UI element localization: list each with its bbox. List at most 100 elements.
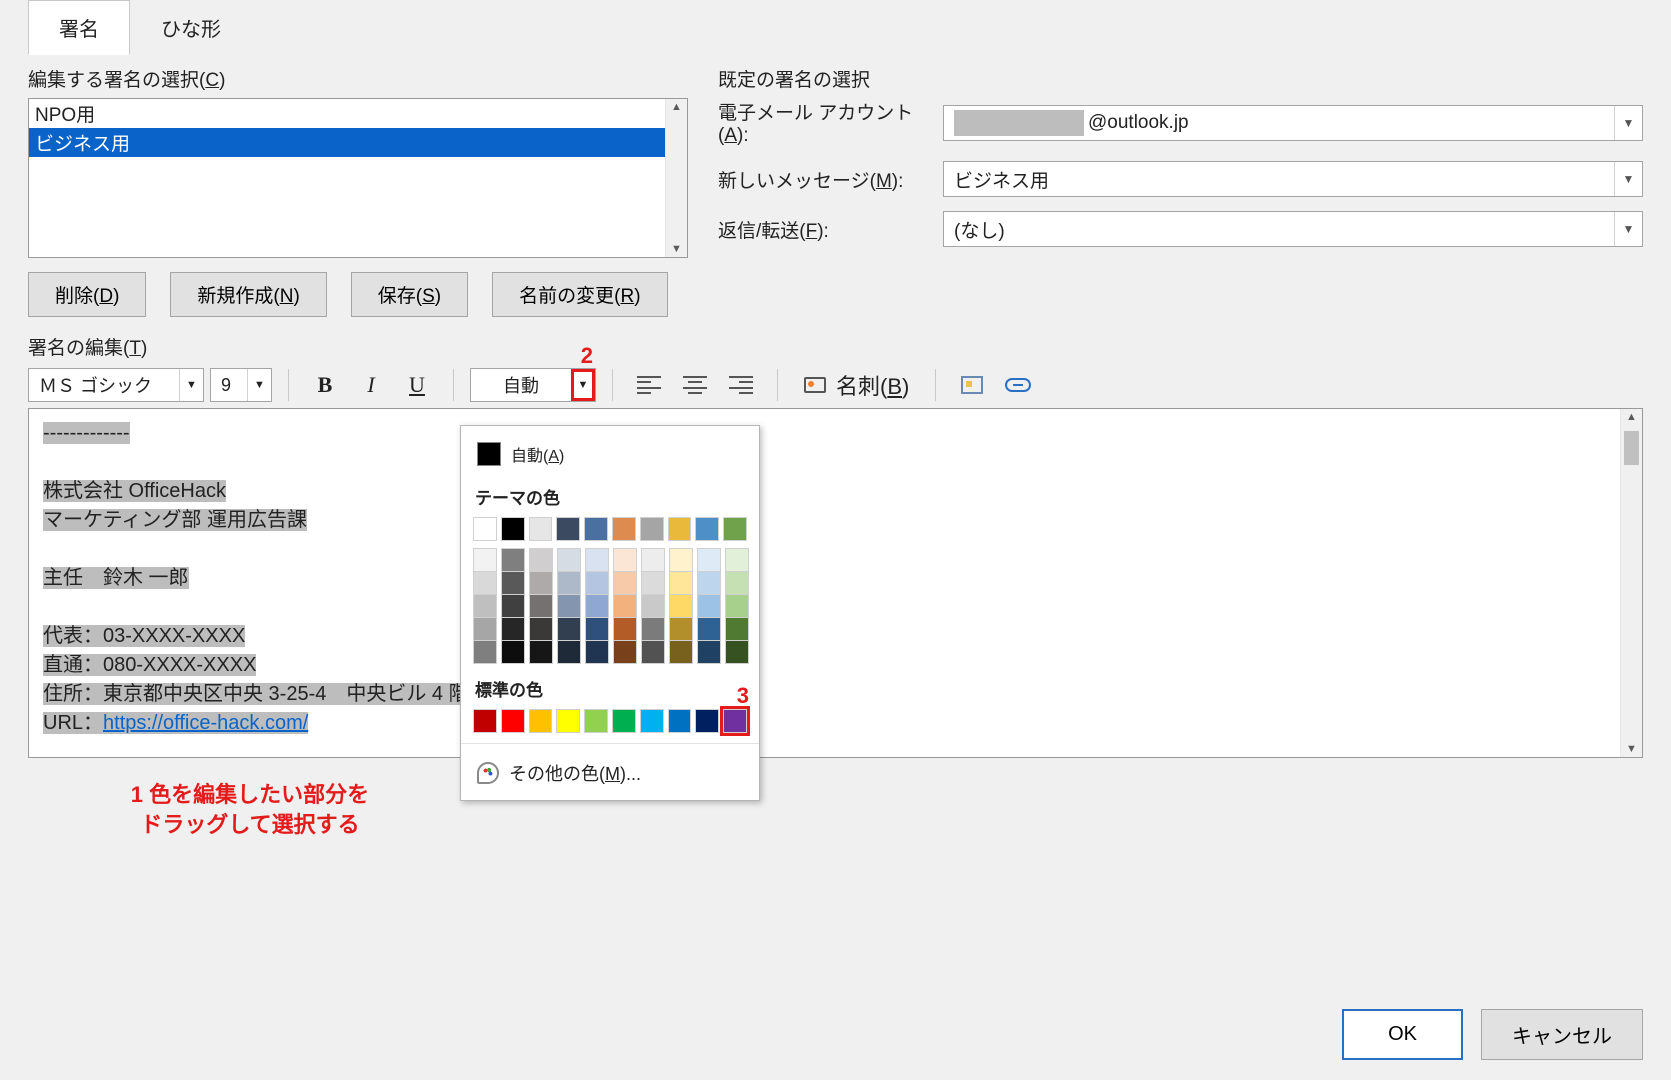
color-swatch[interactable] <box>723 709 747 733</box>
listbox-scrollbar[interactable]: ▲ ▼ <box>665 99 687 257</box>
insert-image-button[interactable] <box>952 368 992 402</box>
color-swatch[interactable] <box>725 571 749 595</box>
color-swatch[interactable] <box>557 594 581 618</box>
color-swatch[interactable] <box>556 517 580 541</box>
reply-forward-combo[interactable]: (なし) ▼ <box>943 211 1643 247</box>
color-swatch[interactable] <box>529 594 553 618</box>
save-button[interactable]: 保存(S) <box>351 272 468 317</box>
scrollbar-thumb[interactable] <box>1624 431 1639 465</box>
color-swatch[interactable] <box>529 709 553 733</box>
business-card-button[interactable]: 名刺(B) <box>794 368 919 402</box>
color-swatch[interactable] <box>612 517 636 541</box>
bold-button[interactable]: B <box>305 368 345 402</box>
rename-button[interactable]: 名前の変更(R) <box>492 272 667 317</box>
color-swatch[interactable] <box>473 594 497 618</box>
color-swatch[interactable] <box>556 709 580 733</box>
color-swatch[interactable] <box>697 571 721 595</box>
tab-template[interactable]: ひな形 <box>130 0 252 55</box>
color-auto-option[interactable]: 自動(A) <box>473 436 747 472</box>
color-swatch[interactable] <box>695 517 719 541</box>
color-swatch[interactable] <box>640 517 664 541</box>
insert-link-button[interactable] <box>998 368 1038 402</box>
color-swatch[interactable] <box>641 617 665 641</box>
chevron-down-icon[interactable]: ▼ <box>1614 212 1642 246</box>
color-swatch[interactable] <box>641 571 665 595</box>
chevron-down-icon[interactable]: ▼ <box>1614 106 1642 140</box>
color-swatch[interactable] <box>697 594 721 618</box>
chevron-up-icon[interactable]: ▲ <box>1621 411 1642 423</box>
new-button[interactable]: 新規作成(N) <box>170 272 326 317</box>
color-swatch[interactable] <box>501 548 525 572</box>
color-swatch[interactable] <box>725 594 749 618</box>
chevron-down-icon[interactable]: ▼ <box>179 369 203 401</box>
color-swatch[interactable] <box>473 517 497 541</box>
color-swatch[interactable] <box>613 571 637 595</box>
color-swatch[interactable] <box>695 709 719 733</box>
color-swatch[interactable] <box>473 571 497 595</box>
color-swatch[interactable] <box>501 617 525 641</box>
color-swatch[interactable] <box>473 709 497 733</box>
color-swatch[interactable] <box>501 517 525 541</box>
color-swatch[interactable] <box>557 548 581 572</box>
color-swatch[interactable] <box>725 640 749 664</box>
color-swatch[interactable] <box>557 571 581 595</box>
color-swatch[interactable] <box>612 709 636 733</box>
color-swatch[interactable] <box>613 640 637 664</box>
color-swatch[interactable] <box>640 709 664 733</box>
list-item[interactable]: ビジネス用 <box>29 128 665 157</box>
color-swatch[interactable] <box>557 640 581 664</box>
color-swatch[interactable] <box>584 517 608 541</box>
color-swatch[interactable] <box>613 548 637 572</box>
font-name-combo[interactable]: ＭＳ ゴシック ▼ <box>28 368 204 402</box>
color-swatch[interactable] <box>669 548 693 572</box>
color-swatch[interactable] <box>669 571 693 595</box>
color-swatch[interactable] <box>725 548 749 572</box>
signature-url-link[interactable]: https://office-hack.com/ <box>103 712 308 734</box>
color-swatch[interactable] <box>697 548 721 572</box>
email-account-combo[interactable]: @outlook.jp ▼ <box>943 105 1643 141</box>
color-swatch[interactable] <box>669 617 693 641</box>
new-message-combo[interactable]: ビジネス用 ▼ <box>943 161 1643 197</box>
color-swatch[interactable] <box>584 709 608 733</box>
delete-button[interactable]: 削除(D) <box>28 272 146 317</box>
color-swatch[interactable] <box>641 548 665 572</box>
list-item[interactable]: NPO用 <box>29 99 665 128</box>
color-swatch[interactable] <box>501 640 525 664</box>
tab-signature[interactable]: 署名 <box>28 0 130 55</box>
more-colors-option[interactable]: その他の色(M)... <box>473 754 747 792</box>
signature-editor[interactable]: ------------- 株式会社 OfficeHack マーケティング部 運… <box>29 409 1620 757</box>
color-swatch[interactable] <box>585 594 609 618</box>
signature-listbox[interactable]: NPO用 ビジネス用 ▲ ▼ <box>28 98 688 258</box>
color-swatch[interactable] <box>501 709 525 733</box>
color-swatch[interactable] <box>723 517 747 541</box>
color-swatch[interactable] <box>669 594 693 618</box>
color-swatch[interactable] <box>613 594 637 618</box>
color-swatch[interactable] <box>473 548 497 572</box>
color-swatch[interactable] <box>697 617 721 641</box>
color-swatch[interactable] <box>641 594 665 618</box>
color-swatch[interactable] <box>697 640 721 664</box>
color-swatch[interactable] <box>668 709 692 733</box>
chevron-down-icon[interactable]: ▼ <box>666 243 687 255</box>
color-swatch[interactable] <box>501 594 525 618</box>
color-swatch[interactable] <box>529 640 553 664</box>
color-swatch[interactable] <box>613 617 637 641</box>
color-swatch[interactable] <box>585 548 609 572</box>
chevron-up-icon[interactable]: ▲ <box>666 101 687 113</box>
chevron-down-icon[interactable]: ▼ <box>1621 743 1642 755</box>
color-swatch[interactable] <box>585 617 609 641</box>
color-swatch[interactable] <box>501 571 525 595</box>
font-size-combo[interactable]: 9 ▼ <box>210 368 272 402</box>
color-swatch[interactable] <box>585 571 609 595</box>
color-swatch[interactable] <box>585 640 609 664</box>
chevron-down-icon[interactable]: ▼ <box>247 369 271 401</box>
color-swatch[interactable] <box>669 640 693 664</box>
font-color-dropdown-button[interactable]: ▼ <box>571 369 595 401</box>
align-left-button[interactable] <box>629 368 669 402</box>
color-swatch[interactable] <box>529 517 553 541</box>
editor-scrollbar[interactable]: ▲ ▼ <box>1620 409 1642 757</box>
color-swatch[interactable] <box>529 548 553 572</box>
color-swatch[interactable] <box>473 640 497 664</box>
italic-button[interactable]: I <box>351 368 391 402</box>
underline-button[interactable]: U <box>397 368 437 402</box>
